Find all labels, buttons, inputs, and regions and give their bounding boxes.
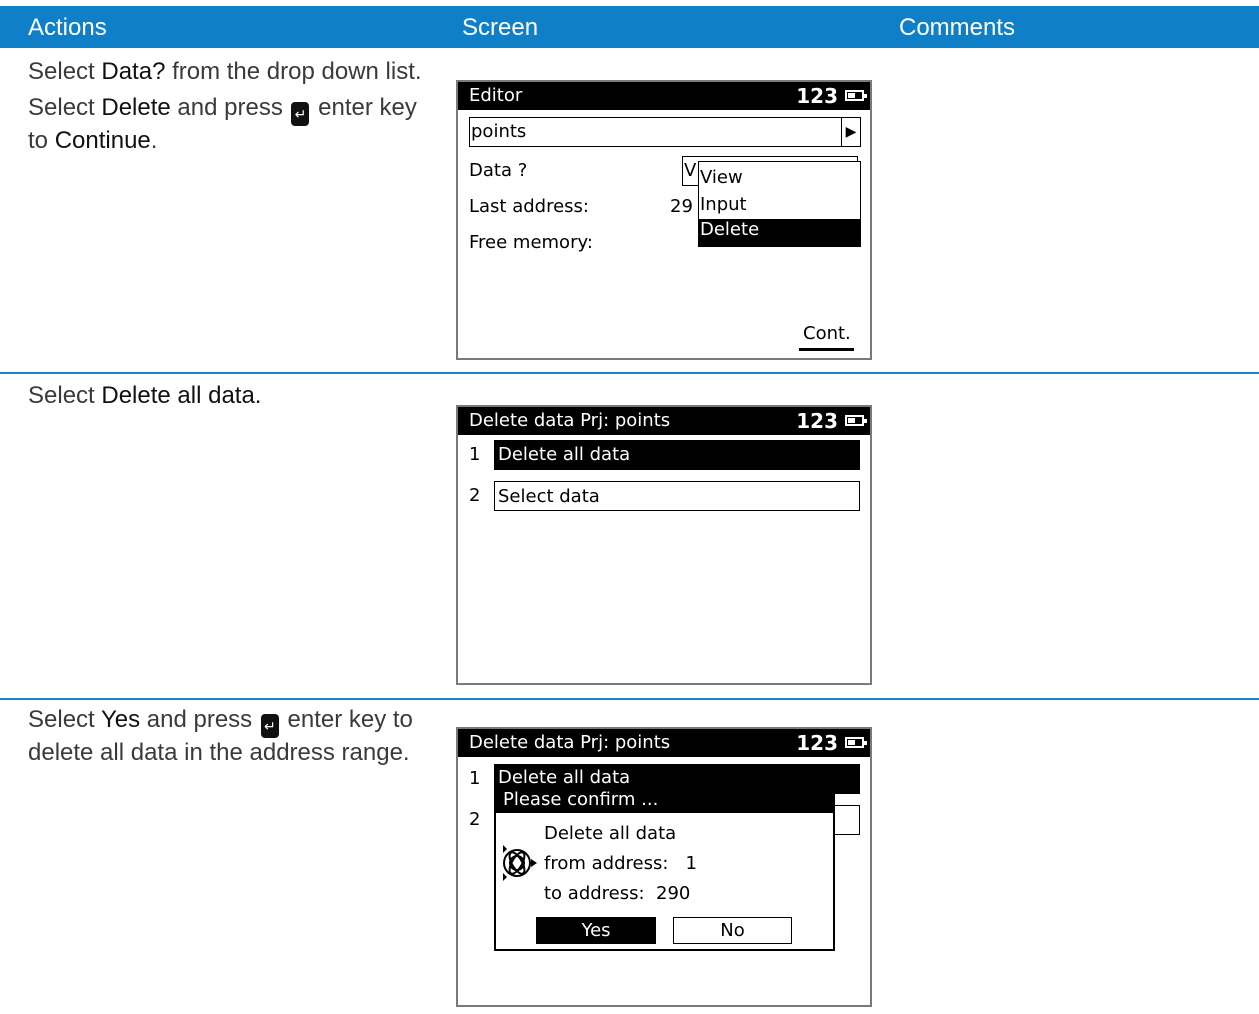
battery-icon bbox=[845, 737, 867, 748]
enter-key-icon: ↵ bbox=[260, 714, 279, 738]
project-value: points bbox=[471, 121, 527, 142]
cont-softkey[interactable]: Cont. bbox=[803, 323, 851, 345]
row2-step: Select Delete all data. bbox=[28, 382, 262, 409]
screen-title: Editor bbox=[469, 85, 523, 106]
status-indicator: 123 bbox=[796, 731, 838, 755]
title-bar: Delete data Prj: points 123 bbox=[458, 729, 870, 757]
dialog-line-3: to address: 290 bbox=[544, 883, 691, 904]
item-number: 1 bbox=[469, 768, 481, 789]
status-indicator: 123 bbox=[796, 409, 838, 433]
screen-editor: Editor 123 points ▶ Data ? V Last addres… bbox=[456, 80, 872, 360]
header-comments: Comments bbox=[899, 14, 1016, 41]
menu-item-delete[interactable]: Delete bbox=[699, 219, 860, 246]
title-bar: Editor 123 bbox=[458, 82, 870, 110]
menu-item-view[interactable]: View bbox=[700, 167, 859, 193]
menu-delete-all-data[interactable]: Delete all data bbox=[494, 440, 860, 470]
row3-step: Select Yes and press ↵ enter key to dele… bbox=[28, 706, 413, 766]
screen-delete-data: Delete data Prj: points 123 1 Delete all… bbox=[456, 405, 872, 685]
project-field[interactable]: points ▶ bbox=[469, 117, 861, 147]
menu-select-data[interactable]: Select data bbox=[494, 481, 860, 511]
row3-actions: Select Yes and press ↵ enter key to dele… bbox=[28, 705, 438, 774]
no-button[interactable]: No bbox=[673, 917, 792, 944]
last-address-value: 29 bbox=[670, 196, 693, 217]
table-header: Actions Screen Comments bbox=[0, 6, 1259, 48]
row1-step1: Select Data? from the drop down list. bbox=[28, 58, 422, 85]
dialog-line-1: Delete all data bbox=[544, 823, 677, 844]
row1-actions: Select Data? from the drop down list. Se… bbox=[28, 57, 438, 162]
arrow-right-icon[interactable]: ▶ bbox=[841, 118, 860, 146]
enter-key-icon: ↵ bbox=[291, 102, 310, 126]
dropdown-menu: View Input Delete bbox=[698, 161, 861, 247]
battery-icon bbox=[845, 415, 867, 426]
item-number: 1 bbox=[469, 444, 481, 465]
dialog-title: Please confirm ... bbox=[496, 789, 833, 813]
row-separator bbox=[0, 372, 1259, 374]
row-separator bbox=[0, 698, 1259, 700]
last-address-label: Last address: bbox=[469, 196, 589, 217]
data-label: Data ? bbox=[469, 160, 528, 181]
free-memory-label: Free memory: bbox=[469, 232, 593, 253]
header-screen: Screen bbox=[462, 14, 539, 41]
dialog-line-2: from address: 1 bbox=[544, 853, 698, 874]
screen-title: Delete data Prj: points bbox=[469, 410, 671, 431]
battery-icon bbox=[845, 90, 867, 101]
row2-actions: Select Delete all data. bbox=[28, 381, 438, 417]
status-indicator: 123 bbox=[796, 84, 838, 108]
item-number: 2 bbox=[469, 485, 481, 506]
menu-item-input[interactable]: Input bbox=[700, 194, 859, 220]
confirm-dialog: Please confirm ... Delete all data from … bbox=[494, 787, 835, 951]
screen-title: Delete data Prj: points bbox=[469, 732, 671, 753]
title-bar: Delete data Prj: points 123 bbox=[458, 407, 870, 435]
item-number: 2 bbox=[469, 809, 481, 830]
trimble-logo-icon bbox=[501, 845, 537, 881]
softkey-underline bbox=[799, 348, 854, 351]
yes-button[interactable]: Yes bbox=[536, 917, 656, 944]
row1-step2: Select Delete and press ↵ enter key to C… bbox=[28, 94, 417, 154]
screen-confirm-delete: Delete data Prj: points 123 1 Delete all… bbox=[456, 727, 872, 1007]
header-actions: Actions bbox=[28, 14, 107, 41]
